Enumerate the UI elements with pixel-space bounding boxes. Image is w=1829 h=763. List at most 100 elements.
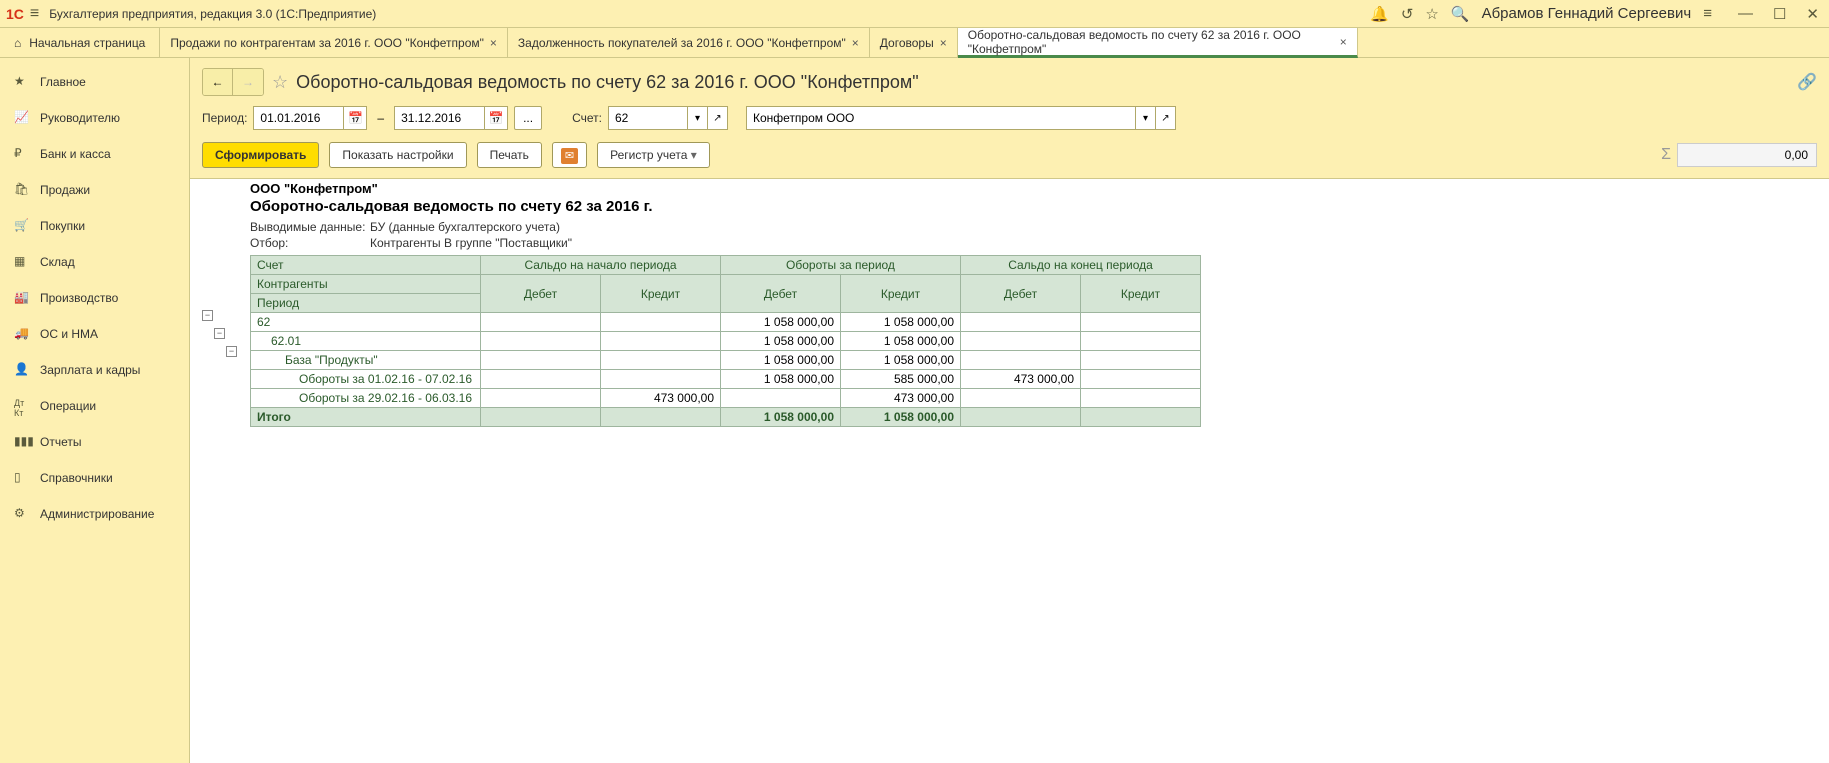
sidebar-item-warehouse[interactable]: ▦Склад xyxy=(0,244,189,280)
cell xyxy=(481,389,601,408)
table-row[interactable]: Обороты за 29.02.16 - 06.03.16473 000,00… xyxy=(251,389,1201,408)
star-icon[interactable]: ☆ xyxy=(1425,5,1438,23)
sidebar-item-salary[interactable]: 👤Зарплата и кадры xyxy=(0,352,189,388)
favorite-icon[interactable]: ☆ xyxy=(272,72,288,93)
tab-0[interactable]: Продажи по контрагентам за 2016 г. ООО "… xyxy=(160,28,508,57)
collapse-icon[interactable]: − xyxy=(214,328,225,339)
tab-2[interactable]: Договоры × xyxy=(870,28,958,57)
org-input[interactable] xyxy=(746,106,1136,130)
total-cell xyxy=(601,408,721,427)
open-icon[interactable]: ↗ xyxy=(708,106,728,130)
meta-value: Контрагенты В группе "Поставщики" xyxy=(370,236,572,250)
cell xyxy=(601,313,721,332)
col-start: Сальдо на начало периода xyxy=(481,256,721,275)
hamburger-icon[interactable]: ≡ xyxy=(30,5,39,23)
sidebar-item-main[interactable]: ★Главное xyxy=(0,64,189,100)
search-icon[interactable]: 🔍 xyxy=(1451,5,1470,23)
factory-icon: 🏭 xyxy=(14,290,30,306)
minimize-button[interactable]: — xyxy=(1734,5,1757,22)
link-icon[interactable]: 🔗 xyxy=(1797,72,1817,92)
table-row[interactable]: Обороты за 01.02.16 - 07.02.161 058 000,… xyxy=(251,370,1201,389)
cell: 585 000,00 xyxy=(841,370,961,389)
cell: 1 058 000,00 xyxy=(841,313,961,332)
col-turn: Обороты за период xyxy=(721,256,961,275)
sidebar-item-reports[interactable]: ▮▮▮Отчеты xyxy=(0,424,189,460)
home-icon: ⌂ xyxy=(14,36,21,50)
username[interactable]: Абрамов Геннадий Сергеевич xyxy=(1482,5,1692,22)
settings-button[interactable]: Показать настройки xyxy=(329,142,466,168)
sidebar-item-label: Покупки xyxy=(40,219,85,233)
chart-icon: 📈 xyxy=(14,110,30,126)
col-debit: Дебет xyxy=(721,275,841,313)
sidebar-item-bank[interactable]: ₽Банк и касса xyxy=(0,136,189,172)
sidebar-item-admin[interactable]: ⚙Администрирование xyxy=(0,496,189,532)
sidebar-item-catalogs[interactable]: ▯Справочники xyxy=(0,460,189,496)
sidebar-item-sales[interactable]: 🛍Продажи xyxy=(0,172,189,208)
close-icon[interactable]: × xyxy=(852,36,859,50)
sidebar-item-label: Отчеты xyxy=(40,435,81,449)
sidebar-item-label: Операции xyxy=(40,399,96,413)
calendar-icon[interactable]: 📅 xyxy=(484,106,508,130)
history-icon[interactable]: ↺ xyxy=(1401,5,1414,23)
col-credit: Кредит xyxy=(841,275,961,313)
register-button[interactable]: Регистр учета xyxy=(597,142,710,168)
open-icon[interactable]: ↗ xyxy=(1156,106,1176,130)
back-button[interactable]: ← xyxy=(203,69,233,95)
collapse-icon[interactable]: − xyxy=(226,346,237,357)
cell xyxy=(481,351,601,370)
sidebar-item-manager[interactable]: 📈Руководителю xyxy=(0,100,189,136)
truck-icon: 🚚 xyxy=(14,326,30,342)
calendar-icon[interactable]: 📅 xyxy=(343,106,367,130)
sum-input[interactable] xyxy=(1677,143,1817,167)
total-cell xyxy=(961,408,1081,427)
table-row[interactable]: База "Продукты"1 058 000,001 058 000,00 xyxy=(251,351,1201,370)
mail-button[interactable]: ✉ xyxy=(552,142,587,168)
sidebar-item-label: ОС и НМА xyxy=(40,327,98,341)
forward-button[interactable]: → xyxy=(233,69,263,95)
row-label: База "Продукты" xyxy=(251,351,481,370)
meta-label: Отбор: xyxy=(250,236,370,250)
col-debit: Дебет xyxy=(481,275,601,313)
total-cell xyxy=(1081,408,1201,427)
row-label: 62 xyxy=(251,313,481,332)
account-input[interactable] xyxy=(608,106,688,130)
user-menu-icon[interactable]: ≡ xyxy=(1703,5,1712,22)
period-picker-button[interactable]: ... xyxy=(514,106,542,130)
cell xyxy=(1081,313,1201,332)
bell-icon[interactable]: 🔔 xyxy=(1370,5,1389,23)
tab-1[interactable]: Задолженность покупателей за 2016 г. ООО… xyxy=(508,28,870,57)
tree-gutter: − − − xyxy=(202,251,250,427)
sidebar-item-assets[interactable]: 🚚 ОС и НМА xyxy=(0,316,189,352)
ruble-icon: ₽ xyxy=(14,146,30,162)
date-from-input[interactable] xyxy=(253,106,343,130)
chevron-down-icon[interactable]: ▾ xyxy=(1136,106,1156,130)
sidebar-item-operations[interactable]: ДтКтОперации xyxy=(0,388,189,424)
table-row[interactable]: 62 1 058 000,001 058 000,00 xyxy=(251,313,1201,332)
table-row[interactable]: 62.011 058 000,001 058 000,00 xyxy=(251,332,1201,351)
sidebar-item-purchases[interactable]: 🛒Покупки xyxy=(0,208,189,244)
close-window-button[interactable]: ✕ xyxy=(1802,5,1823,23)
cell: 473 000,00 xyxy=(601,389,721,408)
home-tab[interactable]: ⌂ Начальная страница xyxy=(0,28,160,57)
report-meta-2: Отбор: Контрагенты В группе "Поставщики" xyxy=(202,235,1829,251)
maximize-button[interactable]: ☐ xyxy=(1769,5,1790,23)
chevron-down-icon[interactable]: ▾ xyxy=(688,106,708,130)
tab-label: Задолженность покупателей за 2016 г. ООО… xyxy=(518,36,846,50)
cell: 473 000,00 xyxy=(841,389,961,408)
print-button[interactable]: Печать xyxy=(477,142,542,168)
titlebar-actions: 🔔 ↺ ☆ 🔍 Абрамов Геннадий Сергеевич ≡ — ☐… xyxy=(1370,5,1823,23)
col-debit: Дебет xyxy=(961,275,1081,313)
close-icon[interactable]: × xyxy=(490,36,497,50)
close-icon[interactable]: × xyxy=(940,36,947,50)
close-icon[interactable]: × xyxy=(1340,35,1347,49)
sidebar-item-production[interactable]: 🏭Производство xyxy=(0,280,189,316)
mail-icon: ✉ xyxy=(561,148,578,164)
cell: 1 058 000,00 xyxy=(721,313,841,332)
collapse-icon[interactable]: − xyxy=(202,310,213,321)
tab-3[interactable]: Оборотно-сальдовая ведомость по счету 62… xyxy=(958,28,1358,58)
form-button[interactable]: Сформировать xyxy=(202,142,319,168)
bag-icon: 🛍 xyxy=(14,182,30,198)
date-to-input[interactable] xyxy=(394,106,484,130)
report-meta-1: Выводимые данные: БУ (данные бухгалтерск… xyxy=(202,219,1829,235)
col-credit: Кредит xyxy=(1081,275,1201,313)
